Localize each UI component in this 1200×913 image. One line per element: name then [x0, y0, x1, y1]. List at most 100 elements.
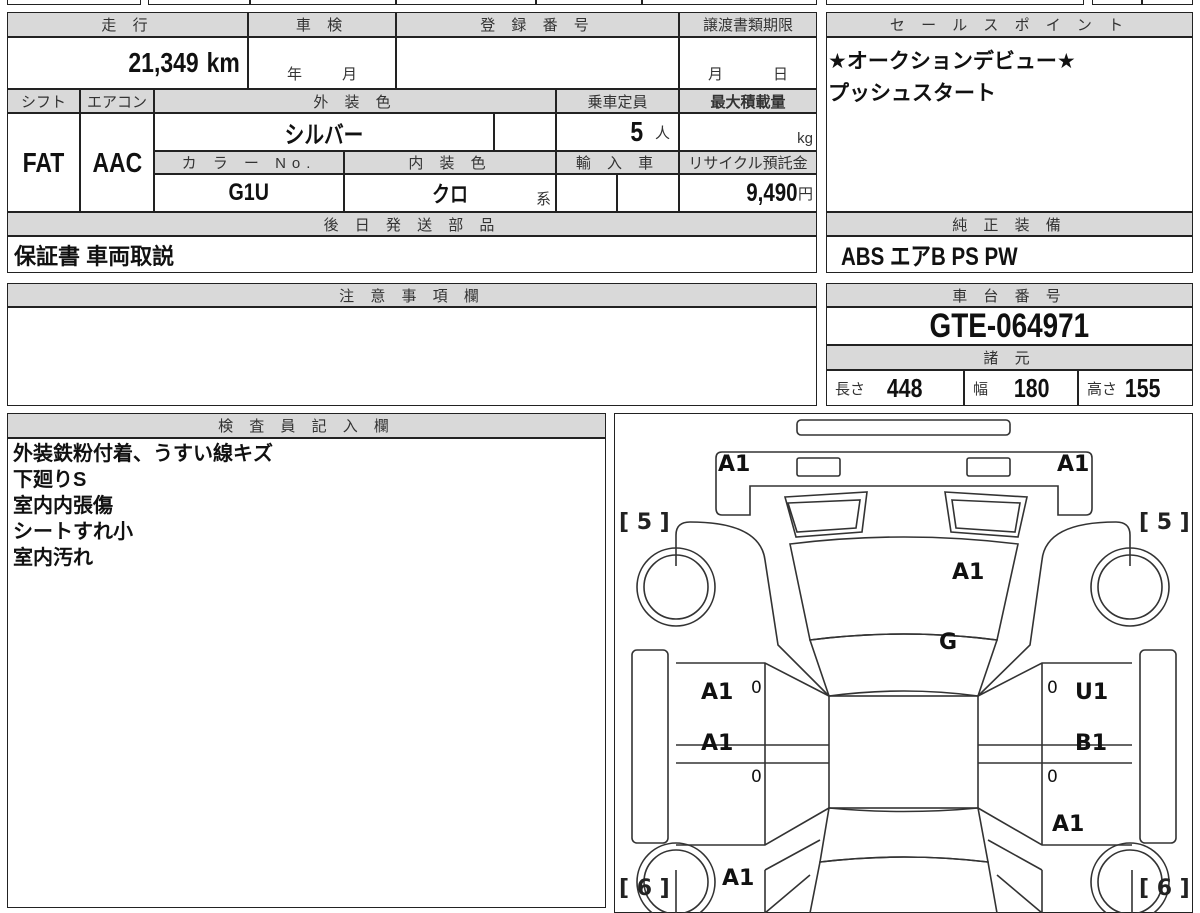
sales-point-body: ★オークションデビュー★ プッシュスタート	[826, 37, 1193, 212]
recycle-header: リサイクル預託金	[679, 151, 817, 174]
color-no-value: G1U	[154, 174, 344, 212]
width-label: 幅	[973, 380, 989, 398]
length-label: 長さ	[835, 380, 866, 398]
damage-windshield: G	[939, 630, 958, 655]
damage-right-rear-fender: A1	[1052, 812, 1085, 837]
tire-front-right: [ 5 ]	[1139, 510, 1190, 535]
aircon-header: エアコン	[80, 89, 154, 113]
top-cell	[642, 0, 817, 5]
front-fenders	[674, 520, 1131, 697]
damage-front-left: A1	[718, 452, 751, 477]
damage-right-rear-door: B1	[1075, 731, 1108, 756]
transfer-deadline-header: 譲渡書類期限	[679, 12, 817, 37]
import-header: 輸 入 車	[556, 151, 679, 174]
front-light	[965, 456, 1011, 477]
headlight-right	[943, 490, 1028, 538]
top-cell	[250, 0, 396, 5]
capacity-number: 5	[630, 116, 644, 147]
front-light	[795, 456, 841, 477]
aircon-text: AAC	[92, 146, 142, 178]
sales-point-line: プッシュスタート	[828, 82, 996, 105]
damage-left-rear-door: A1	[701, 731, 734, 756]
color-no-text: G1U	[228, 179, 270, 206]
chassis-header: 車 台 番 号	[826, 283, 1193, 307]
recycle-unit: 円	[797, 185, 813, 203]
length-value: 448	[886, 372, 923, 403]
mileage-number: 21,349	[128, 47, 199, 78]
registration-header: 登 録 番 号	[396, 12, 679, 37]
month-label: 月	[707, 66, 723, 83]
hood	[788, 535, 1019, 641]
height-label: 高さ	[1087, 380, 1118, 398]
equipment-header: 純 正 装 備	[826, 212, 1193, 236]
max-load-header: 最大積載量	[679, 89, 817, 113]
damage-hood: A1	[952, 560, 985, 585]
front-panel	[714, 450, 1093, 516]
equipment-text: ABS エアB PS PW	[841, 242, 1018, 271]
blank-cell	[494, 113, 556, 151]
top-cell	[7, 0, 141, 5]
height-value: 155	[1124, 372, 1161, 403]
inspector-line: 外装鉄粉付着、うすい線キズ	[13, 443, 273, 465]
trunk	[808, 855, 998, 913]
headlight-left	[783, 490, 868, 538]
zero-mark: 0	[751, 767, 762, 787]
spec-height: 高さ 155	[1078, 370, 1193, 406]
zero-mark: 0	[751, 678, 762, 698]
top-cell	[148, 0, 250, 5]
inspector-line: シートすれ小	[13, 521, 133, 543]
notes-header: 注 意 事 項 欄	[7, 283, 817, 307]
mileage-value: 21,349 km	[7, 37, 248, 89]
car-diagram: A1 A1 [ 5 ] [ 5 ] A1 G A1 0 0 U1 A1 B1 0…	[614, 413, 1193, 913]
windshield	[808, 632, 998, 697]
color-no-header: カ ラ ー No.	[154, 151, 344, 174]
car-outline	[630, 418, 1177, 913]
inspection-header: 車 検	[248, 12, 396, 37]
transfer-deadline-value: 月 日	[679, 37, 817, 89]
chassis-text: GTE-064971	[929, 306, 1090, 345]
notes-body	[7, 307, 817, 406]
shift-header: シフト	[7, 89, 80, 113]
interior-color-header: 内 装 色	[344, 151, 556, 174]
roof	[827, 694, 979, 809]
spec-width: 幅 180	[964, 370, 1078, 406]
sales-point-header: セ ー ル ス ポ イ ン ト	[826, 12, 1193, 37]
max-load-unit: kg	[797, 130, 813, 147]
zero-mark: 0	[1047, 767, 1058, 787]
specs-header: 諸 元	[826, 345, 1193, 370]
zero-mark: 0	[1047, 678, 1058, 698]
later-parts-header: 後 日 発 送 部 品	[7, 212, 817, 236]
recycle-number: 9,490	[746, 178, 798, 207]
registration-value	[396, 37, 679, 89]
interior-color-value: クロ 系	[344, 174, 556, 212]
damage-left-rear-fender: A1	[722, 866, 755, 891]
spec-length: 長さ 448	[826, 370, 964, 406]
damage-left-front-door: A1	[701, 680, 734, 705]
aircon-value: AAC	[80, 113, 154, 212]
year-label: 年	[286, 66, 302, 83]
import-cell	[617, 174, 679, 212]
capacity-value: 5 人	[556, 113, 679, 151]
rear-window	[818, 806, 989, 863]
month-label: 月	[342, 66, 358, 83]
top-cell	[536, 0, 642, 5]
sales-point-line: ★オークションデビュー★	[828, 50, 1076, 73]
inspector-body: 外装鉄粉付着、うすい線キズ 下廻りS 室内内張傷 シートすれ小 室内汚れ	[7, 438, 606, 908]
day-label: 日	[773, 66, 789, 83]
shift-text: FAT	[22, 146, 65, 178]
inspection-value: 年 月	[248, 37, 396, 89]
wheels	[635, 546, 1170, 913]
exterior-color-value: シルバー	[154, 113, 494, 151]
top-cell	[396, 0, 536, 5]
inspector-header: 検 査 員 記 入 欄	[7, 413, 606, 438]
mileage-header: 走 行	[7, 12, 248, 37]
exterior-color-text: シルバー	[284, 121, 364, 149]
top-cell	[1092, 0, 1142, 5]
shift-value: FAT	[7, 113, 80, 212]
mileage-unit: km	[206, 47, 240, 78]
equipment-value: ABS エアB PS PW	[826, 236, 1193, 273]
capacity-unit: 人	[654, 124, 670, 142]
width-value: 180	[1013, 372, 1050, 403]
tire-rear-right: [ 6 ]	[1139, 876, 1190, 901]
inspector-line: 室内内張傷	[13, 495, 113, 517]
